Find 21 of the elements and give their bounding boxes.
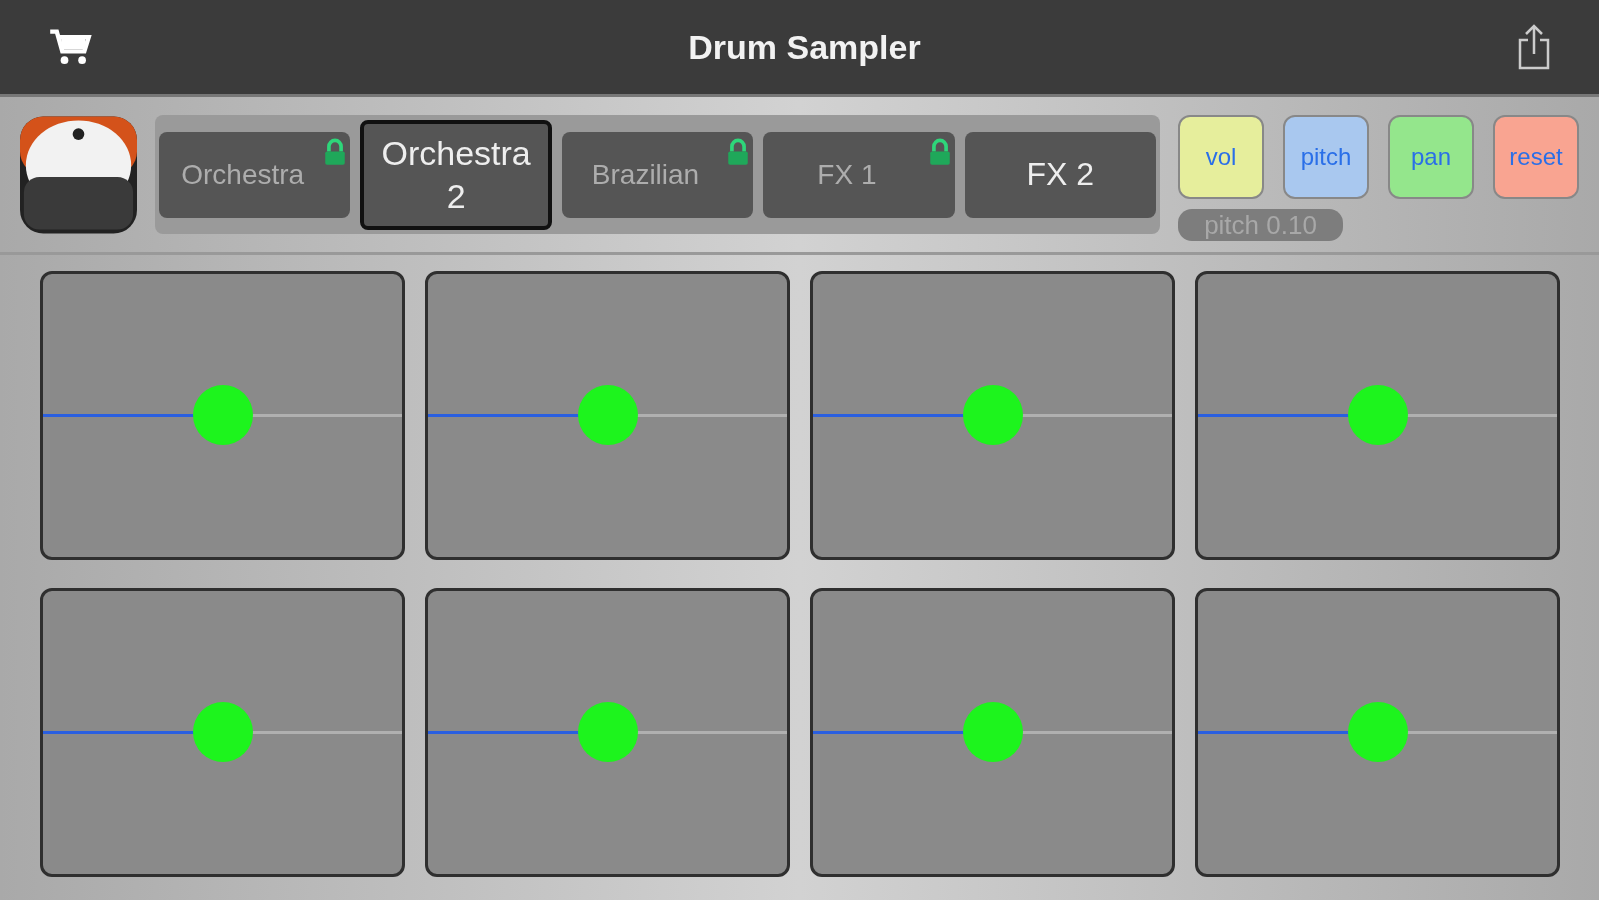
mode-button[interactable]: reset — [1493, 115, 1579, 199]
share-icon[interactable] — [1517, 24, 1551, 70]
drum-pad[interactable] — [425, 271, 790, 560]
kit-tab[interactable]: Orchestra 2 — [360, 119, 552, 230]
drum-pad[interactable] — [810, 588, 1175, 877]
kit-tab[interactable]: FX 1 — [763, 131, 955, 218]
cart-icon[interactable] — [48, 27, 92, 67]
drum-pad[interactable] — [1195, 588, 1560, 877]
drum-pad[interactable] — [40, 588, 405, 877]
mode-button[interactable]: pan — [1388, 115, 1474, 199]
app-title: Drum Sampler — [688, 27, 921, 67]
drum-pad[interactable] — [810, 271, 1175, 560]
drum-pad[interactable] — [40, 271, 405, 560]
mode-button[interactable]: pitch — [1283, 115, 1369, 199]
mode-button[interactable]: vol — [1178, 115, 1264, 199]
kit-tab[interactable]: FX 2 — [964, 131, 1156, 218]
drum-pad[interactable] — [1195, 271, 1560, 560]
drum-pad[interactable] — [425, 588, 790, 877]
kit-tab[interactable]: Orchestra — [159, 131, 351, 218]
drum-icon — [20, 115, 137, 235]
kit-tab[interactable]: Brazilian — [561, 131, 754, 218]
